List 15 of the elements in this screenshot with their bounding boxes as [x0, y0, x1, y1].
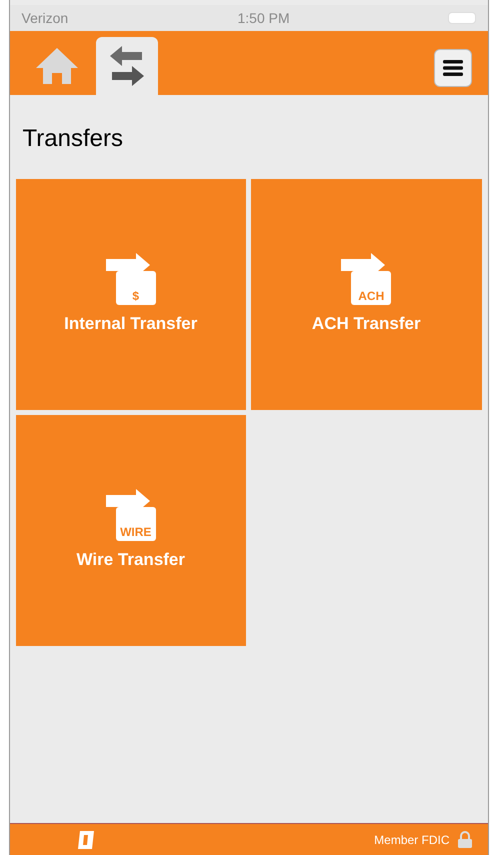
transfer-tile[interactable]: ACH ACH Transfer	[251, 179, 482, 410]
fdic-text: Member FDIC	[374, 832, 450, 848]
home-icon	[34, 46, 80, 86]
transfer-tile[interactable]: WIRE Wire Transfer	[16, 415, 246, 646]
transfer-tile[interactable]: $ Internal Transfer	[16, 179, 246, 410]
logo-icon	[76, 830, 96, 850]
menu-icon	[442, 60, 462, 76]
time-text: 1:50 PM	[238, 8, 290, 28]
battery-icon	[448, 12, 476, 24]
menu-button[interactable]	[434, 49, 472, 87]
lock-icon	[458, 831, 472, 848]
page-title: Transfers	[22, 124, 124, 154]
nav-tab[interactable]	[96, 37, 158, 95]
arrows-icon	[108, 45, 146, 87]
carrier-text: Verizon	[22, 8, 68, 28]
